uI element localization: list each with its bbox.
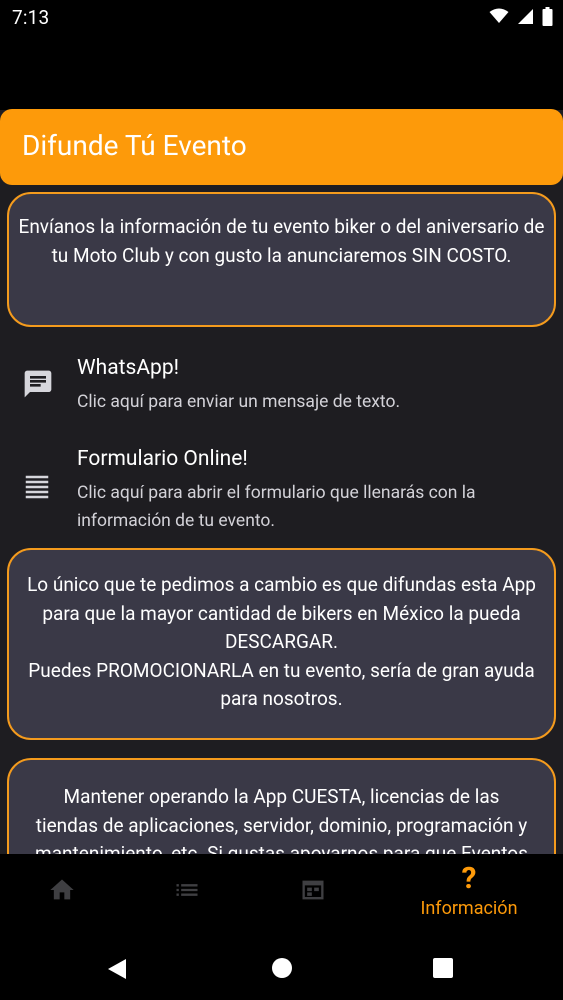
whatsapp-title: WhatsApp! — [77, 356, 180, 380]
page-title: Difunde Tú Evento — [22, 129, 247, 162]
intro-text: Envíanos la información de tu evento bik… — [18, 215, 545, 267]
request-text-2: Puedes PROMOCIONARLA en tu evento, sería… — [28, 658, 535, 711]
system-nav-bar — [0, 937, 563, 1000]
bottom-nav: ? Información — [0, 854, 563, 937]
home-icon — [50, 879, 74, 900]
online-form-subtitle: Clic aquí para abrir el formulario que l… — [77, 483, 476, 531]
support-text-3: mantenimiento, etc. Si gustas apoyarnos … — [35, 842, 528, 854]
status-time: 7:13 — [12, 6, 50, 29]
online-form-title: Formulario Online! — [77, 447, 248, 471]
list-icon — [176, 884, 198, 896]
back-icon[interactable] — [106, 957, 128, 981]
support-text-2: tiendas de aplicaciones, servidor, domin… — [35, 813, 528, 837]
wifi-icon — [489, 8, 509, 23]
message-icon — [24, 370, 52, 398]
support-card: Mantener operando la App CUESTA, licenci… — [7, 758, 556, 854]
top-spacer — [0, 34, 563, 110]
online-form-option[interactable]: Formulario Online! Clic aquí para abrir … — [0, 445, 563, 535]
recents-icon[interactable] — [432, 957, 454, 979]
status-bar: 7:13 — [0, 0, 563, 34]
nav-informacion-label: Información — [420, 898, 518, 919]
intro-card: Envíanos la información de tu evento bik… — [7, 192, 556, 327]
battery-icon — [542, 6, 553, 26]
whatsapp-option[interactable]: WhatsApp! Clic aquí para enviar un mensa… — [0, 354, 563, 424]
question-icon: ? — [461, 861, 477, 896]
app-header: Difunde Tú Evento — [0, 109, 563, 185]
request-card: Lo único que te pedimos a cambio es que … — [7, 548, 556, 740]
screen: Difunde Tú Evento Envíanos la informació… — [0, 34, 563, 854]
whatsapp-subtitle: Clic aquí para enviar un mensaje de text… — [77, 392, 401, 412]
request-text-1: Lo único que te pedimos a cambio es que … — [27, 573, 536, 653]
home-circle-icon[interactable] — [271, 957, 293, 979]
nav-list[interactable] — [117, 854, 257, 937]
support-text-1: Mantener operando la App CUESTA, licenci… — [63, 785, 500, 808]
nav-home[interactable] — [0, 854, 132, 937]
form-lines-icon — [25, 475, 49, 499]
calendar-icon — [302, 880, 324, 900]
nav-calendar[interactable] — [243, 854, 383, 937]
signal-icon — [518, 8, 533, 24]
nav-informacion[interactable]: ? Información — [399, 854, 539, 937]
status-icons — [489, 6, 553, 26]
